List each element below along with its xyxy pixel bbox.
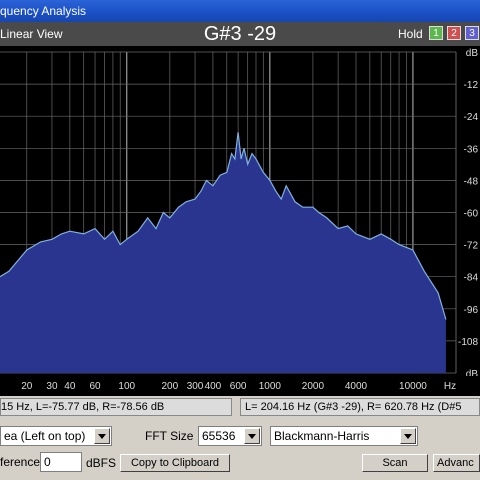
x-tick-label: 10000 [399,381,427,392]
advanced-button[interactable]: Advanc [433,454,480,472]
window-function-select[interactable]: Blackmann-Harris [270,426,418,446]
x-tick-label: 400 [205,381,222,392]
spectrum-area [0,132,446,373]
x-tick-label: 300 [187,381,204,392]
reference-input[interactable]: 0 [40,452,82,472]
x-tick-label: 40 [64,381,76,392]
y-tick-label: -12 [464,80,479,91]
cursor-readout: 15 Hz, L=-75.77 dB, R=-78.56 dB [0,398,232,416]
fft-size-value: 65536 [202,429,236,443]
y-tick-label: -72 [464,241,479,252]
x-tick-label: 600 [230,381,247,392]
reference-label: ference [0,455,41,469]
x-axis-labels: 20 30 40 60 100 200 300 400 600 1000 2000 4000 10000… [0,376,480,396]
spectrum-chart: dB-12-24-36-48-60-72-84-96-108dB [0,48,479,380]
copy-to-clipboard-button[interactable]: Copy to Clipboard [120,454,230,472]
fft-size-select[interactable]: 65536 [198,426,262,446]
x-tick-label: 200 [162,381,179,392]
y-tick-label: -36 [464,144,479,155]
x-tick-label: Hz [444,381,456,392]
y-tick-label: -84 [464,273,479,284]
display-mode-value: ea (Left on top) [4,429,86,443]
y-tick-label: -48 [464,176,479,187]
peak-note-readout: G#3 -29 [203,23,277,45]
fft-size-label: FFT Size [145,429,194,443]
x-tick-label: 4000 [345,381,368,392]
y-tick-label: -108 [458,337,478,348]
reference-unit: dBFS [86,456,117,470]
scan-button[interactable]: Scan [362,454,428,472]
hold-button-1[interactable]: 1 [429,26,443,40]
reference-value: 0 [44,455,51,469]
x-tick-label: 100 [118,381,135,392]
y-tick-label: dB [466,48,479,59]
window-titlebar: quency Analysis [0,0,480,22]
x-tick-label: 60 [89,381,101,392]
hold-label: Hold [398,27,423,41]
chevron-down-icon[interactable] [94,428,110,444]
y-tick-label: -60 [464,209,479,220]
linear-view-label[interactable]: Linear View [0,27,62,41]
y-tick-label: -96 [464,305,479,316]
chevron-down-icon[interactable] [400,428,416,444]
view-bar: Linear View G#3 -29 Hold 1 2 3 [0,22,480,46]
status-row: 15 Hz, L=-75.77 dB, R=-78.56 dB L= 204.1… [0,398,480,418]
hold-button-3[interactable]: 3 [465,26,479,40]
x-tick-label: 30 [46,381,58,392]
window-title: quency Analysis [0,4,87,18]
x-tick-label: 1000 [259,381,282,392]
display-mode-select[interactable]: ea (Left on top) [0,426,112,446]
spectrum-plot-area[interactable]: dB -12 -24 -36 -48 -60 -72 -84 -96 -108 dB [0,46,480,380]
window-function-value: Blackmann-Harris [274,429,370,443]
hold-button-2[interactable]: 2 [447,26,461,40]
y-tick-label: -24 [464,112,479,123]
range-readout: L= 204.16 Hz (G#3 -29), R= 620.78 Hz (D#… [240,398,480,416]
x-tick-label: 2000 [302,381,325,392]
chevron-down-icon[interactable] [244,428,260,444]
x-tick-label: 20 [21,381,33,392]
